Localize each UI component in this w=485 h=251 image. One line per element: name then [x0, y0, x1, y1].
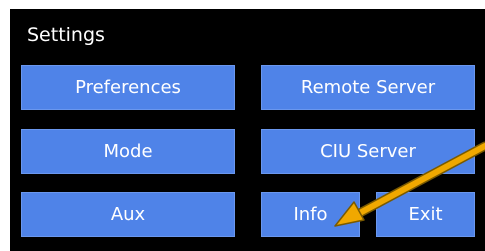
exit-button[interactable]: Exit — [376, 192, 475, 237]
ciu-server-button[interactable]: CIU Server — [261, 129, 475, 174]
aux-button[interactable]: Aux — [21, 192, 235, 237]
settings-panel: Settings Preferences Remote Server Mode … — [10, 9, 485, 251]
panel-title: Settings — [27, 24, 105, 46]
mode-button[interactable]: Mode — [21, 129, 235, 174]
remote-server-button[interactable]: Remote Server — [261, 65, 475, 110]
preferences-button[interactable]: Preferences — [21, 65, 235, 110]
info-button[interactable]: Info — [261, 192, 360, 237]
